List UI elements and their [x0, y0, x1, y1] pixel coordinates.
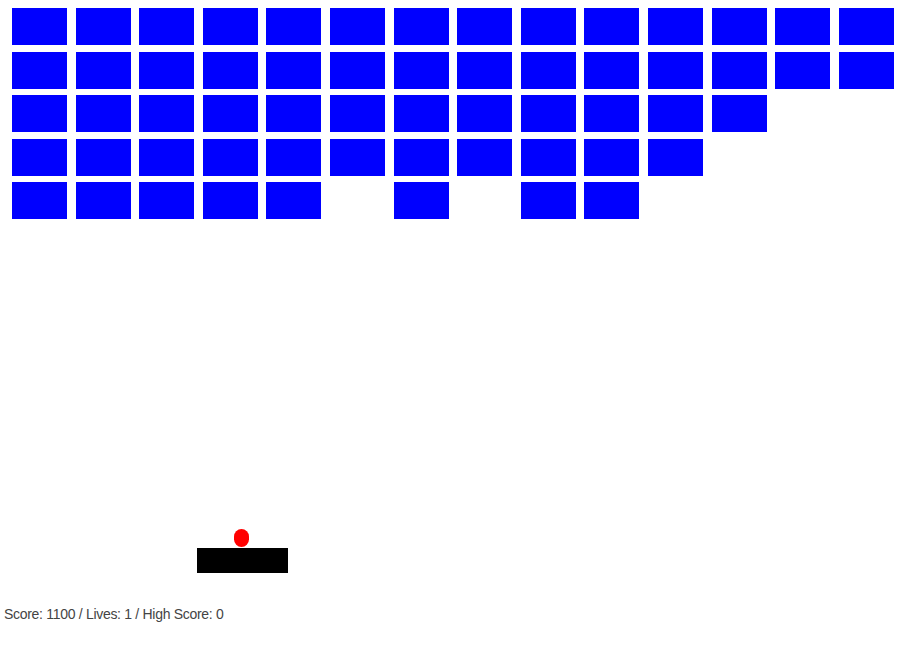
brick [839, 8, 894, 45]
brick [584, 52, 639, 89]
brick [457, 182, 512, 219]
brick [648, 182, 703, 219]
brick [203, 139, 258, 176]
brick [76, 182, 131, 219]
brick [76, 52, 131, 89]
brick [12, 182, 67, 219]
brick [266, 8, 321, 45]
brick [648, 95, 703, 132]
brick [266, 95, 321, 132]
status-text: Score: 1100 / Lives: 1 / High Score: 0 [4, 606, 223, 622]
brick [76, 95, 131, 132]
brick [839, 52, 894, 89]
brick [330, 95, 385, 132]
brick [521, 95, 576, 132]
brick [775, 139, 830, 176]
brick [203, 52, 258, 89]
brick [330, 139, 385, 176]
brick [139, 95, 194, 132]
brick [12, 139, 67, 176]
brick [394, 95, 449, 132]
brick [330, 182, 385, 219]
brick [457, 139, 512, 176]
brick [712, 182, 767, 219]
brick [266, 139, 321, 176]
brick [139, 182, 194, 219]
paddle[interactable] [197, 548, 288, 573]
brick [139, 8, 194, 45]
brick [775, 182, 830, 219]
brick [457, 52, 512, 89]
brick [457, 95, 512, 132]
brick [648, 52, 703, 89]
brick-row [12, 8, 900, 45]
brick [76, 8, 131, 45]
brick [266, 52, 321, 89]
brick [394, 139, 449, 176]
brick [139, 139, 194, 176]
brick [394, 182, 449, 219]
brick [584, 139, 639, 176]
brick [775, 95, 830, 132]
brick [521, 139, 576, 176]
brick-wall [0, 0, 900, 219]
brick [12, 95, 67, 132]
brick-row [12, 139, 900, 176]
brick [712, 8, 767, 45]
brick [76, 139, 131, 176]
brick [839, 95, 894, 132]
brick [775, 8, 830, 45]
brick-row [12, 95, 900, 132]
brick [203, 182, 258, 219]
brick-row [12, 52, 900, 89]
ball [234, 529, 249, 547]
brick [775, 52, 830, 89]
brick [266, 182, 321, 219]
brick [712, 139, 767, 176]
brick [584, 95, 639, 132]
brick-row [12, 182, 900, 219]
brick [521, 182, 576, 219]
brick [457, 8, 512, 45]
brick [584, 182, 639, 219]
brick [712, 95, 767, 132]
brick [712, 52, 767, 89]
brick [521, 52, 576, 89]
brick [139, 52, 194, 89]
brick [584, 8, 639, 45]
brick [330, 52, 385, 89]
brick [12, 52, 67, 89]
brick [839, 139, 894, 176]
brick [648, 139, 703, 176]
brick [394, 8, 449, 45]
brick [12, 8, 67, 45]
brick [330, 8, 385, 45]
brick [648, 8, 703, 45]
brick [839, 182, 894, 219]
game-canvas[interactable] [0, 0, 900, 600]
brick [203, 8, 258, 45]
brick [203, 95, 258, 132]
brick [521, 8, 576, 45]
brick [394, 52, 449, 89]
